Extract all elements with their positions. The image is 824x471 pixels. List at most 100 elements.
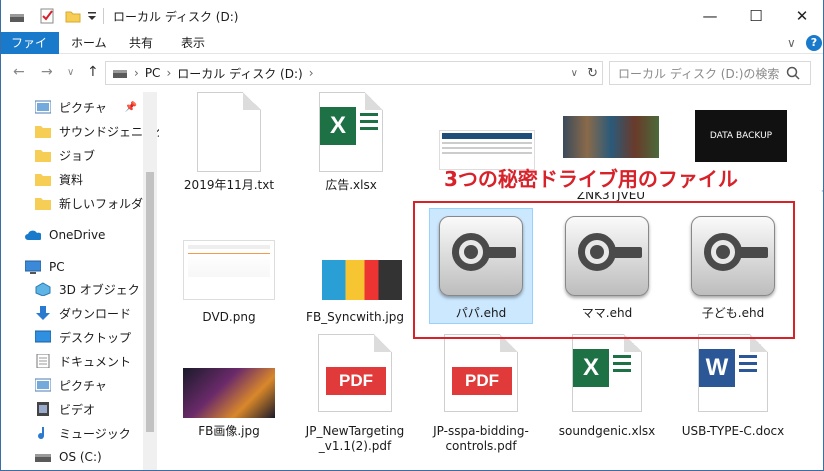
nav-item-label: ピクチャ [59,100,107,115]
file-item-usb-docx[interactable]: W USB-TYPE-C.docx [679,334,787,470]
file-label: jp [725,178,823,193]
nav-item-pc[interactable]: PC [25,256,65,278]
file-item-txt[interactable]: 2019年11月.txt [175,92,283,202]
pc-icon [25,260,41,274]
forward-button[interactable]: → [41,64,53,80]
nav-item-desktop[interactable]: デスクトップ [35,326,131,348]
nav-item-documents[interactable]: ドキュメント [35,350,131,372]
pdf-file-icon: PDF [318,334,392,412]
excel-logo: X [320,107,356,145]
pictures-icon [35,378,51,392]
address-dropdown-icon[interactable]: ∨ [571,68,578,79]
recent-dropdown[interactable]: ∨ [67,67,74,78]
nav-item-label: 3D オブジェクト [59,282,152,297]
drive-icon[interactable] [9,8,25,24]
word-file-icon: W [698,334,768,412]
breadcrumb-pc[interactable]: PC [145,66,161,80]
pin-icon: 📌 [124,101,138,113]
nav-item-label: ミュージック [59,426,131,441]
onedrive-icon [25,230,41,240]
back-button[interactable]: ← [13,64,25,80]
nav-scroll-thumb[interactable] [146,172,154,432]
window-title: ローカル ディスク (D:) [113,10,239,24]
ribbon-tabs: ファイル ホーム 共有 表示 ∨ ? [1,32,823,72]
folder-icon [35,174,51,186]
close-button[interactable]: ✕ [779,0,823,32]
search-placeholder: ローカル ディスク (D:)の検索 [618,66,780,81]
file-item-fb-image[interactable]: FB画像.jpg [175,350,283,470]
help-button[interactable]: ? [806,35,822,51]
excel-file-icon: X [319,92,383,172]
customize-qat-icon[interactable] [87,8,97,24]
nav-item-pictures-pinned[interactable]: ピクチャ 📌 [35,96,137,118]
folder-icon [35,150,51,162]
file-label: 広告.xlsx [325,178,377,192]
new-folder-icon[interactable] [65,8,81,24]
nav-item-new-folder[interactable]: 新しいフォルダー [35,192,155,214]
search-box[interactable]: ローカル ディスク (D:)の検索 [609,61,811,85]
breadcrumb-separator: › [166,66,172,80]
maximize-button[interactable]: ☐ [733,0,779,32]
pdf-logo: PDF [326,367,386,395]
nav-item-label: 新しいフォルダー [59,196,156,211]
search-icon [786,66,800,80]
explorer-window: ローカル ディスク (D:) — ☐ ✕ ファイル ホーム 共有 表示 ∨ ? … [0,0,824,471]
nav-item-label: 資料 [59,172,84,187]
file-label: JP-sspa-bidding- controls.pdf [433,424,529,453]
properties-icon[interactable] [39,8,55,24]
nav-item-os-c[interactable]: OS (C:) [35,446,102,468]
nav-item-label: ピクチャ [59,378,107,393]
download-icon [36,306,50,320]
refresh-icon[interactable]: ↻ [587,66,598,81]
tab-home[interactable]: ホーム [61,32,117,54]
nav-item-label: ダウンロード [59,306,132,321]
nav-item-music[interactable]: ミュージック [35,422,131,444]
text-file-icon [197,92,261,172]
image-thumbnail [308,260,402,300]
tab-view[interactable]: 表示 [171,32,215,54]
nav-item-label: ビデオ [59,402,96,417]
music-icon [38,427,45,440]
address-bar[interactable]: › PC › ローカル ディスク (D:) › ∨ ↻ [105,61,603,85]
file-item-dvd-png[interactable]: DVD.png [175,224,283,334]
data-backup-thumbnail: DATA BACKUP [695,110,787,162]
file-label: USB-TYPE-C.docx [681,424,785,438]
file-item-soundgenic-xlsx[interactable]: X soundgenic.xlsx [553,334,661,470]
nav-item-label: ジョブ [59,148,96,163]
nav-item-videos[interactable]: ビデオ [35,398,95,420]
nav-item-downloads[interactable]: ダウンロード [35,302,131,324]
nav-item-pictures[interactable]: ピクチャ [35,374,107,396]
up-button[interactable]: ↑ [87,64,99,80]
drive-icon [113,70,127,78]
nav-item-materials[interactable]: 資料 [35,168,83,190]
file-item-jp-newtargeting[interactable]: PDF JP_NewTargeting _v1.1(2).pdf [301,334,409,470]
navigation-pane: ピクチャ 📌 サウンドジェニック ジョブ 資料 新しいフォルダー OneDriv… [1,92,167,470]
nav-item-3d-objects[interactable]: 3D オブジェクト [35,278,152,300]
nav-item-label: OneDrive [49,228,106,242]
breadcrumb-separator: › [308,66,314,80]
annotation-highlight-box [413,201,795,339]
nav-scrollbar[interactable] [143,92,157,470]
file-label: soundgenic.xlsx [558,424,656,438]
file-item-jp-sspa[interactable]: PDF JP-sspa-bidding- controls.pdf [427,334,535,470]
excel-logo: X [573,349,609,387]
desktop-icon [35,330,51,343]
file-label: JP_NewTargeting _v1.1(2).pdf [305,424,405,453]
file-item-fb-sync[interactable]: FB_Syncwith.jpg [301,224,409,334]
nav-item-onedrive[interactable]: OneDrive [25,224,105,246]
annotation-caption: 3つの秘密ドライブ用のファイル [444,167,738,191]
pdf-logo: PDF [452,367,512,395]
breadcrumb-local-disk[interactable]: ローカル ディスク (D:) [177,65,302,82]
nav-item-job[interactable]: ジョブ [35,144,95,166]
image-thumbnail [183,368,275,418]
address-row: ← → ∨ ↑ › PC › ローカル ディスク (D:) › ∨ ↻ ローカル… [1,54,823,92]
tab-file[interactable]: ファイル [1,32,59,72]
nav-item-label: PC [49,260,65,274]
tab-share[interactable]: 共有 [119,32,163,54]
file-item-ad-xlsx[interactable]: X 広告.xlsx [297,92,405,202]
photo-thumbnail [563,116,659,158]
file-label: 2019年11月.txt [183,178,275,192]
minimize-button[interactable]: — [687,0,733,32]
documents-icon [36,354,50,368]
ribbon-expand-button[interactable]: ∨ [777,32,806,54]
